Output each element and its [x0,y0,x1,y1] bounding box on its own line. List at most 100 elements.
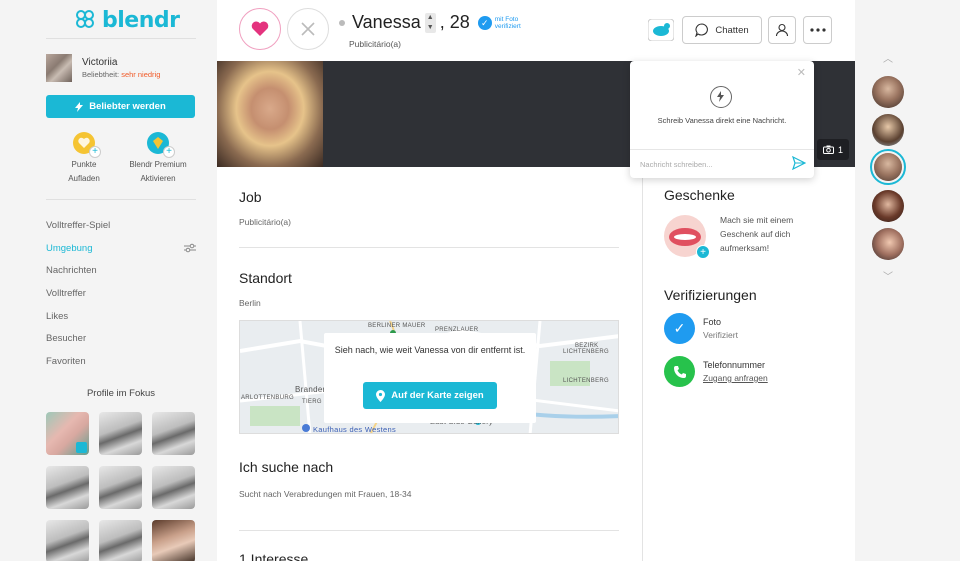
chat-button[interactable]: Chatten [682,16,762,44]
left-sidebar: blendr Victoriia Beliebtheit: sehr niedr… [0,0,217,561]
rail-profile[interactable] [872,228,904,260]
online-status-dot [339,19,345,26]
verified-badge: ✓ mit Foto verifiziert [477,15,521,30]
rail-profile[interactable] [872,114,904,146]
spotlight-profile[interactable] [46,466,89,509]
gifts-section[interactable]: + Mach sie mit einem Geschenk auf dich a… [664,215,844,259]
column-divider [642,167,643,561]
chevron-down-icon[interactable]: ▼ [425,23,436,33]
lips-gift-icon[interactable]: + [664,215,710,259]
location-map[interactable]: BERLINER MAUER PRENZLAUER BEZIRK LICHTEN… [239,320,619,434]
profile-stepper[interactable]: ▲ ▼ [424,12,436,33]
verification-status: Verifiziert [703,330,738,340]
profile-rail: ︿ ﹀ [855,0,960,561]
current-user[interactable]: Victoriia Beliebtheit: sehr niedrig [46,54,160,82]
gifts-title: Geschenke [664,187,735,203]
chat-popup: ✕ Schreib Vanessa direkt eine Nachricht.… [630,61,814,178]
spotlight-profile[interactable] [99,520,142,561]
perk-credits[interactable]: + Punkte Aufladen [44,132,124,186]
verified-text: mit Foto [494,15,519,23]
spotlight-profile[interactable] [152,466,195,509]
blendr-logo[interactable]: blendr [76,8,180,33]
close-icon [301,22,315,36]
map-label: Brander [295,385,326,394]
premium-icon: + [147,132,175,158]
more-options-button[interactable] [803,16,832,44]
section-title: Ich suche nach [239,459,334,475]
sidebar-item-likes[interactable]: Likes [46,309,198,332]
sidebar-nav: Volltreffer-Spiel Umgebung Nachrichten V… [46,218,198,377]
perk-label: Blendr Premium [129,160,187,169]
perk-premium[interactable]: + Blendr Premium Aktivieren [118,132,198,186]
plus-icon: + [163,146,175,158]
profile-identity: Vanessa ▲ ▼ , 28 ✓ mit Foto verifiziert Pu… [339,12,521,49]
logo-icon [76,9,98,32]
bolt-icon [75,101,84,112]
spotlight-title: Profile im Fokus [86,388,156,399]
camera-icon [822,145,834,154]
spotlight-profile[interactable] [152,520,195,561]
spotlight-profile[interactable] [99,412,142,455]
like-button[interactable] [239,8,281,50]
map-pin-icon [376,389,386,402]
superpower-button[interactable] [647,16,675,44]
sidebar-item-nearby[interactable]: Umgebung [46,241,198,264]
map-label: Kaufhaus des Westens [313,425,396,434]
sidebar-item-encounters[interactable]: Volltreffer-Spiel [46,218,198,241]
spotlight-grid [46,412,195,561]
sidebar-item-messages[interactable]: Nachrichten [46,263,198,286]
photo-count-badge[interactable]: 1 [816,139,849,160]
close-icon[interactable]: ✕ [797,66,806,79]
verified-text: verifiziert [494,22,521,30]
map-label: LICHTENBERG [563,378,609,384]
sidebar-item-label: Umgebung [46,242,93,254]
rail-profile[interactable] [872,76,904,108]
boost-button[interactable]: Beliebter werden [46,95,195,118]
check-icon: ✓ [664,313,695,344]
profile-header: Vanessa ▲ ▼ , 28 ✓ mit Foto verifiziert Pu… [217,0,855,61]
popularity-label: Beliebtheit: [82,70,120,79]
spotlight-profile[interactable] [152,412,195,455]
user-name: Victoriia [82,57,118,68]
more-dots-icon [809,28,826,32]
map-label: BERLINER MAUER [368,323,426,329]
verified-check-icon: ✓ [477,15,492,30]
spotlight-profile[interactable] [46,412,89,455]
plus-icon: + [89,146,101,158]
chevron-up-icon[interactable]: ︿ [883,50,893,65]
profile-icon-button[interactable] [768,16,796,44]
verifications-title: Verifizierungen [664,287,757,303]
popularity: Beliebtheit: sehr niedrig [82,70,160,79]
verification-phone: Telefonnummer Zugang anfragen [664,356,844,387]
profile-side: Geschenke + Mach sie mit einem Geschenk … [664,167,844,387]
avatar[interactable] [46,54,72,82]
show-on-map-button[interactable]: Auf der Karte zeigen [363,382,497,409]
seeking-section: Ich suche nach Sucht nach Verabredungen … [239,434,619,531]
job-value: Publicitário(a) [239,217,291,227]
spotlight-profile[interactable] [99,466,142,509]
chevron-down-icon[interactable]: ﹀ [883,268,893,283]
profile-name: Vanessa [352,12,421,32]
section-title: Job [239,189,262,205]
sidebar-item-favorites[interactable]: Favoriten [46,354,198,377]
chat-popup-message: Schreib Vanessa direkt eine Nachricht. [657,116,787,125]
sidebar-item-visitors[interactable]: Besucher [46,331,198,354]
map-label: ARLOTTENBURG [241,395,294,401]
boost-button-label: Beliebter werden [89,101,166,112]
rail-profile[interactable] [872,190,904,222]
chevron-up-icon[interactable]: ▲ [425,13,436,23]
rail-profile-selected[interactable] [870,149,906,185]
seeking-value: Sucht nach Verabredungen mit Frauen, 18-… [239,489,412,499]
profile-photo[interactable] [217,61,323,167]
chat-message-input[interactable]: Nachricht schreiben... [630,149,814,178]
plus-icon: + [696,245,710,259]
filter-icon[interactable] [184,243,196,253]
dislike-button[interactable] [287,8,329,50]
profile-age: , 28 [439,12,470,32]
send-icon[interactable] [792,156,806,170]
request-access-link[interactable]: Zugang anfragen [703,373,768,383]
interests-section: 1 Interesse [239,531,619,561]
spotlight-profile[interactable] [46,520,89,561]
job-section: Job Publicitário(a) [239,167,619,248]
sidebar-item-matches[interactable]: Volltreffer [46,286,198,309]
